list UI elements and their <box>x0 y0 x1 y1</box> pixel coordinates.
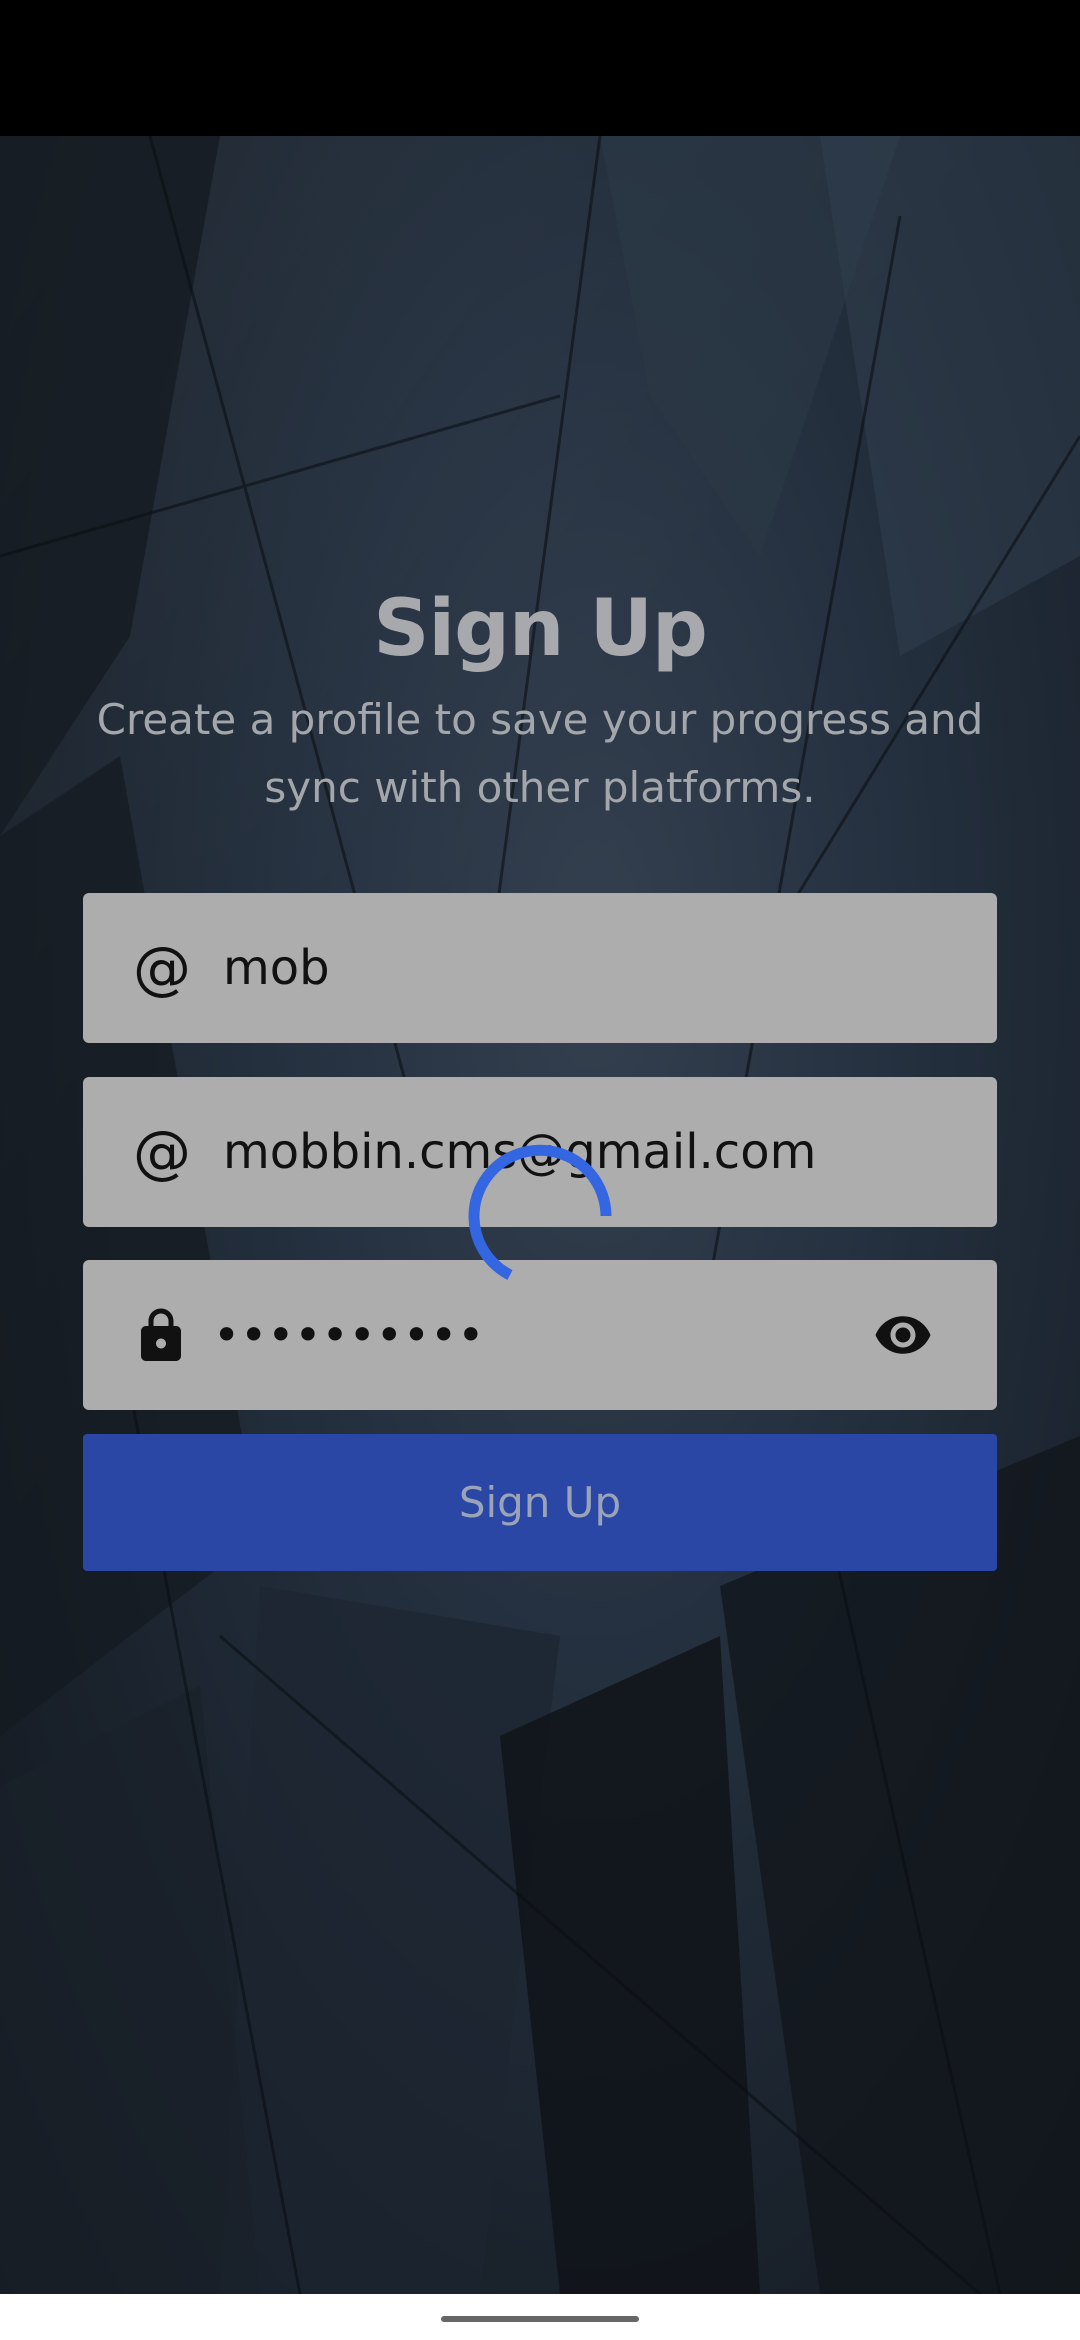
page-subtitle: Create a profile to save your progress a… <box>96 695 984 812</box>
password-value: •••••••••• <box>213 1308 485 1362</box>
at-icon: @ <box>133 934 191 1002</box>
system-navigation-bar <box>0 2294 1080 2340</box>
home-indicator[interactable] <box>441 2316 639 2322</box>
at-icon: @ <box>133 1118 191 1186</box>
page-title: Sign Up <box>373 584 708 674</box>
username-value: mob <box>223 940 330 996</box>
loading-spinner <box>468 1144 612 1280</box>
username-field[interactable]: @ mob <box>83 893 997 1043</box>
status-bar <box>0 0 1080 136</box>
sign-up-button[interactable]: Sign Up <box>83 1434 997 1571</box>
sign-up-screen: Sign Up Create a profile to save your pr… <box>0 0 1080 2340</box>
sign-up-form-container: Sign Up Create a profile to save your pr… <box>0 136 1080 2294</box>
lock-icon <box>141 1308 181 1361</box>
eye-icon[interactable] <box>873 1305 933 1365</box>
